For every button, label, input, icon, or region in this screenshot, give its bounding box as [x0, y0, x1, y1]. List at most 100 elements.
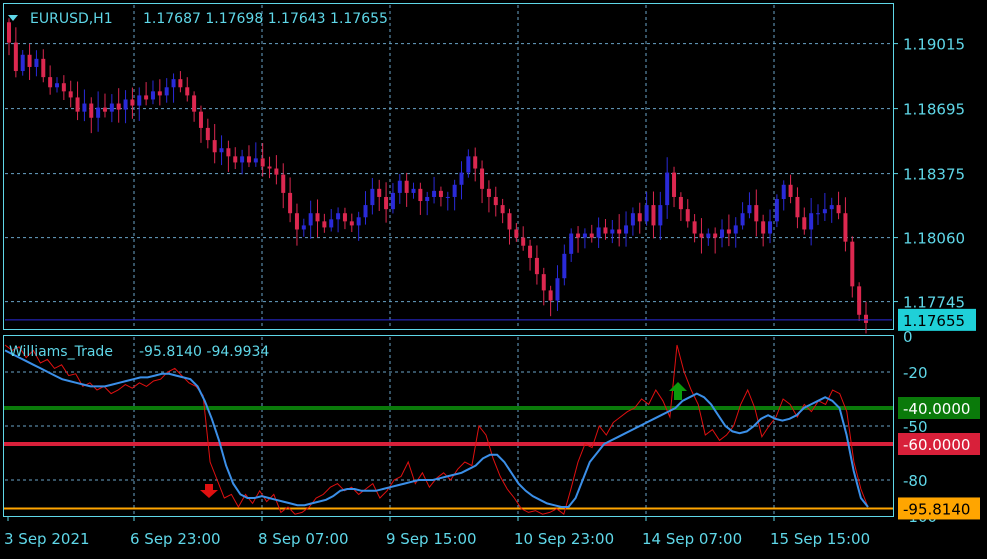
price-label: 1.19015: [903, 36, 965, 54]
candle-body: [685, 209, 690, 222]
candle-body: [13, 42, 18, 72]
candle-body: [644, 205, 649, 222]
candle-body: [843, 213, 848, 242]
candle-body: [315, 213, 320, 222]
candle-body: [486, 188, 491, 197]
indicator-tick-label: -20: [903, 364, 928, 382]
level-value: -95.8140: [903, 500, 970, 518]
candle-body: [829, 205, 834, 210]
candle-body: [672, 172, 677, 197]
time-axis[interactable]: 3 Sep 2021 6 Sep 23:00 8 Sep 07:00 9 Sep 15…: [4, 516, 870, 548]
candle-body: [665, 172, 670, 206]
candle-body: [754, 205, 759, 222]
main-chart-frame[interactable]: [3, 3, 894, 330]
symbol-timeframe-label: EURUSD,H1: [30, 11, 113, 27]
candle-body: [281, 174, 286, 193]
metatrader-chart-window[interactable]: 1.19015 1.18695 1.18375 1.18060 1.17745 1.176…: [0, 0, 987, 555]
candle-body: [102, 107, 107, 112]
candle-body: [123, 99, 128, 110]
candle-body: [658, 205, 663, 226]
candle-body: [816, 213, 821, 215]
candle-body: [205, 127, 210, 141]
indicator-tick-label: -80: [903, 472, 928, 490]
candle-body: [75, 97, 80, 112]
candle-body: [740, 213, 745, 226]
indicator-name: Williams_Trade: [9, 344, 113, 360]
candle-body: [390, 192, 395, 210]
candle-body: [41, 58, 46, 78]
candle-body: [795, 196, 800, 218]
candle-body: [781, 184, 786, 199]
candle-body: [802, 217, 807, 230]
candle-body: [521, 237, 526, 246]
candle-body: [404, 180, 409, 193]
candle-body: [411, 188, 416, 193]
candle-body: [425, 196, 430, 202]
candle-body: [192, 95, 197, 112]
candle-body: [157, 91, 162, 96]
candle-body: [493, 196, 498, 206]
price-axis[interactable]: 1.190151.186951.183751.180601.177451.176…: [893, 36, 976, 331]
ohlc-values: 1.17687 1.17698 1.17643 1.17655: [143, 11, 388, 27]
time-label: 15 Sep 15:00: [770, 530, 870, 548]
candle-body: [726, 229, 731, 234]
candle-body: [562, 253, 567, 279]
candle-body: [836, 205, 841, 214]
candle-body: [48, 77, 53, 88]
candle-body: [706, 233, 711, 238]
candle-body: [445, 196, 450, 198]
indicator-tick-label: 0: [903, 328, 913, 346]
candle-body: [260, 158, 265, 167]
candle-body: [514, 229, 519, 238]
candle-body: [137, 95, 142, 106]
indicator-axis: 0-20-50-80-100-40.0000-60.0000-95.8140: [898, 328, 980, 526]
candle-body: [144, 95, 149, 100]
level-value: -60.0000: [903, 436, 970, 454]
candle-body: [253, 158, 258, 163]
candle-body: [555, 278, 560, 301]
candle-body: [363, 205, 368, 218]
candle-body: [822, 209, 827, 214]
candle-body: [294, 213, 299, 230]
candle-body: [761, 221, 766, 234]
candle-body: [68, 91, 73, 98]
candle-body: [768, 221, 773, 234]
price-label: 1.18695: [903, 101, 965, 119]
candle-body: [788, 184, 793, 197]
candle-body: [534, 257, 539, 275]
candle-body: [150, 91, 155, 100]
candle-body: [34, 58, 39, 67]
candle-body: [480, 168, 485, 189]
candle-body: [733, 225, 738, 234]
candle-body: [713, 233, 718, 238]
candle-body: [850, 241, 855, 287]
candle-body: [692, 221, 697, 234]
candle-body: [240, 156, 245, 163]
candle-body: [678, 196, 683, 210]
candle-body: [61, 83, 66, 92]
candle-body: [569, 233, 574, 254]
candle-body: [116, 103, 121, 110]
candle-body: [267, 166, 272, 169]
candle-body: [308, 213, 313, 226]
candle-body: [20, 54, 25, 72]
candle-body: [507, 213, 512, 230]
candle-body: [356, 217, 361, 226]
candle-body: [82, 103, 87, 112]
candle-body: [774, 199, 779, 222]
candle-body: [418, 188, 423, 202]
candle-body: [384, 196, 389, 210]
candlestick-series[interactable]: [5, 18, 892, 334]
candle-body: [637, 213, 642, 222]
candle-body: [54, 83, 59, 88]
candle-body: [226, 148, 231, 157]
candle-body: [198, 111, 203, 128]
candle-body: [322, 221, 327, 228]
candle-body: [329, 219, 334, 228]
candle-body: [500, 205, 505, 214]
time-label: 9 Sep 15:00: [386, 530, 477, 548]
candle-body: [459, 172, 464, 185]
candle-body: [342, 213, 347, 222]
candle-body: [596, 227, 601, 238]
candle-body: [274, 168, 279, 175]
